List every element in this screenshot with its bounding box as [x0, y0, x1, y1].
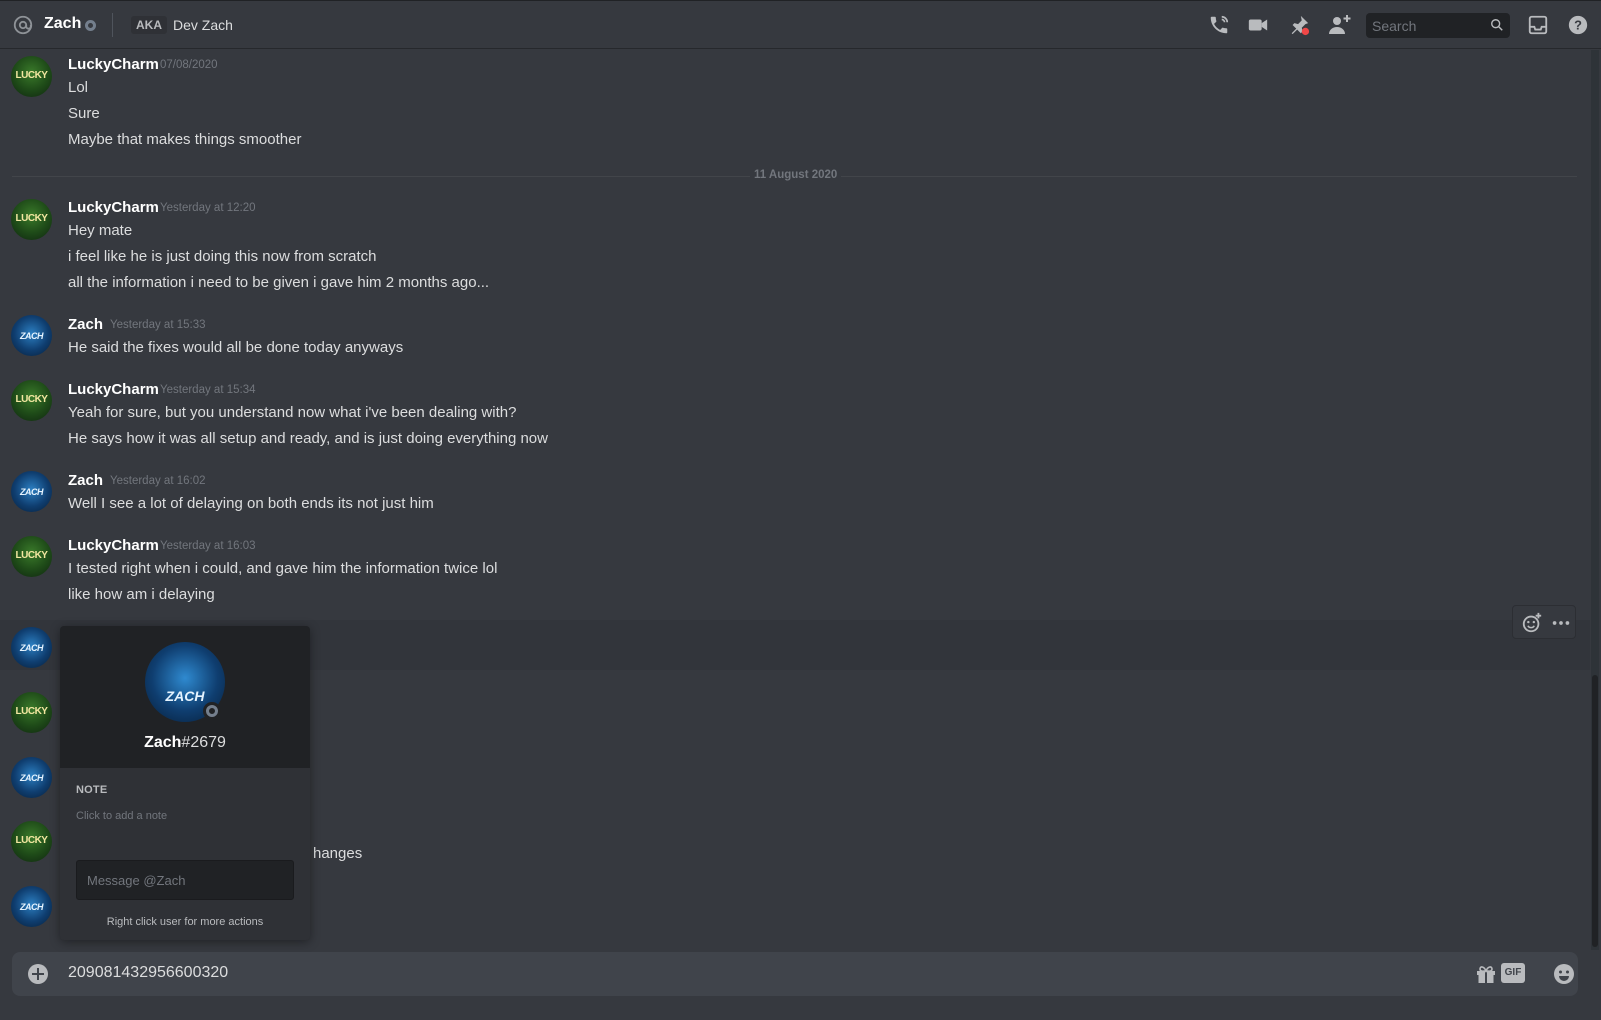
- avatar[interactable]: ZACH: [11, 627, 52, 668]
- message-user-placeholder: Message @Zach: [87, 873, 186, 888]
- aka-badge: AKA: [131, 16, 167, 34]
- message-text: i feel like he is just doing this now fr…: [68, 248, 377, 265]
- message-text: Well I see a lot of delaying on both end…: [68, 495, 434, 512]
- message-text: He says how it was all setup and ready, …: [68, 430, 548, 447]
- message-author[interactable]: LuckyCharm: [68, 199, 159, 216]
- avatar[interactable]: LUCKY: [11, 199, 52, 240]
- message-timestamp: Yesterday at 16:02: [110, 475, 206, 487]
- add-friends-to-dm-icon[interactable]: [1327, 13, 1351, 37]
- date-divider: 11 August 2020: [750, 169, 842, 181]
- message-timestamp: Yesterday at 15:33: [110, 319, 206, 331]
- message-composer[interactable]: 209081432956600320: [12, 952, 1578, 996]
- help-icon[interactable]: ?: [1566, 13, 1590, 37]
- message-text: like how am i delaying: [68, 586, 215, 603]
- gift-icon[interactable]: [1474, 962, 1498, 986]
- avatar[interactable]: ZACH: [11, 315, 52, 356]
- pin-badge-icon: [1301, 27, 1310, 36]
- emoji-icon[interactable]: [1552, 962, 1576, 986]
- start-video-call-icon[interactable]: [1246, 13, 1270, 37]
- search-placeholder: Search: [1372, 18, 1417, 34]
- header-divider: [112, 13, 113, 37]
- message-text: Maybe that makes things smoother: [68, 131, 302, 148]
- avatar[interactable]: LUCKY: [11, 536, 52, 577]
- message-timestamp: Yesterday at 12:20: [160, 202, 256, 214]
- message-hover-actions: [1512, 605, 1576, 639]
- message-timestamp: 07/08/2020: [160, 59, 218, 71]
- scrollbar-thumb[interactable]: [1592, 675, 1598, 947]
- search-icon: [1491, 19, 1503, 31]
- message-text: Hey mate: [68, 222, 133, 239]
- message-text: hanges: [313, 845, 363, 862]
- more-options-icon[interactable]: [1550, 612, 1572, 634]
- offline-status-icon: [203, 702, 221, 720]
- offline-status-icon: [85, 20, 96, 31]
- message-timestamp: Yesterday at 15:34: [160, 384, 256, 396]
- avatar[interactable]: ZACH: [11, 471, 52, 512]
- message-author[interactable]: LuckyCharm: [68, 56, 159, 73]
- dm-user-name[interactable]: Zach: [44, 15, 81, 33]
- start-voice-call-icon[interactable]: [1207, 13, 1231, 37]
- svg-text:?: ?: [1574, 18, 1582, 33]
- avatar[interactable]: LUCKY: [11, 56, 52, 97]
- at-icon: [13, 15, 33, 35]
- message-text: Sure: [68, 105, 100, 122]
- popout-username: Zach: [144, 734, 182, 751]
- composer-input[interactable]: 209081432956600320: [68, 964, 228, 982]
- message-author[interactable]: Zach: [68, 316, 103, 333]
- popout-user-tag: Zach#2679: [60, 734, 310, 752]
- popout-hint: Right click user for more actions: [106, 916, 264, 928]
- inbox-icon[interactable]: [1526, 13, 1550, 37]
- message-author[interactable]: LuckyCharm: [68, 381, 159, 398]
- add-attachment-icon[interactable]: [28, 964, 48, 984]
- message-timestamp: Yesterday at 16:03: [160, 540, 256, 552]
- message-text: Yeah for sure, but you understand now wh…: [68, 404, 517, 421]
- search-input[interactable]: Search: [1366, 13, 1510, 38]
- message-text: Lol: [68, 79, 89, 96]
- note-field[interactable]: Click to add a note: [76, 810, 167, 822]
- aka-name: Dev Zach: [173, 17, 233, 33]
- message-author[interactable]: Zach: [68, 472, 103, 489]
- pinned-messages-icon[interactable]: [1287, 13, 1311, 37]
- avatar[interactable]: ZACH: [11, 886, 52, 927]
- add-reaction-icon[interactable]: [1521, 612, 1543, 634]
- message-text: all the information i need to be given i…: [68, 274, 490, 291]
- user-profile-popout: ZACH Zach#2679 NOTE Click to add a note …: [60, 626, 310, 940]
- channel-header: Zach AKA Dev Zach Search ?: [0, 0, 1601, 49]
- avatar[interactable]: LUCKY: [11, 821, 52, 862]
- note-label: NOTE: [76, 784, 108, 796]
- message-user-input[interactable]: Message @Zach: [76, 860, 294, 900]
- gif-icon[interactable]: GIF: [1501, 963, 1525, 983]
- avatar[interactable]: ZACH: [11, 757, 52, 798]
- avatar[interactable]: LUCKY: [11, 380, 52, 421]
- message-author[interactable]: LuckyCharm: [68, 537, 159, 554]
- avatar[interactable]: LUCKY: [11, 692, 52, 733]
- message-text: He said the fixes would all be done toda…: [68, 339, 404, 356]
- message-text: I tested right when i could, and gave hi…: [68, 560, 498, 577]
- popout-header: ZACH Zach#2679: [60, 626, 310, 768]
- popout-discriminator: #2679: [181, 734, 226, 751]
